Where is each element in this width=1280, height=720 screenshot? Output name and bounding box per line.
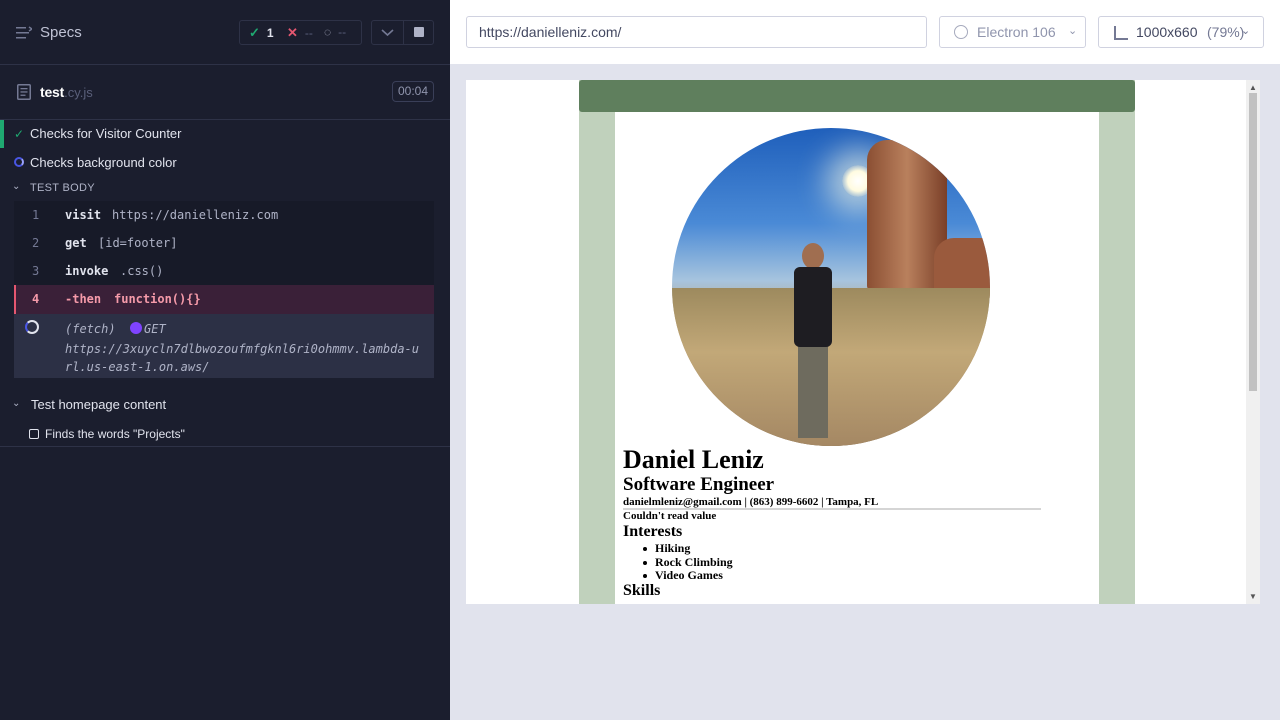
site-name-heading: Daniel Leniz	[623, 445, 764, 474]
command-arg: https://danielleniz.com	[112, 208, 279, 222]
command-name: invoke	[65, 264, 109, 278]
running-spinner-icon	[14, 157, 24, 167]
command-arg: [id=footer]	[98, 236, 178, 250]
duration-timer: 00:04	[392, 81, 434, 102]
command-then-failed[interactable]: 4 -then function(){}	[14, 285, 434, 314]
reporter-controls	[371, 20, 434, 45]
scrollbar-thumb[interactable]	[1249, 93, 1257, 391]
site-page: Daniel Leniz Software Engineer danielmle…	[579, 80, 1135, 604]
command-number: 3	[32, 264, 40, 278]
specs-label[interactable]: Specs	[40, 24, 82, 41]
chevron-down-icon: ⌄	[12, 181, 21, 192]
command-number: 2	[32, 236, 40, 250]
request-dot-icon	[130, 322, 142, 334]
site-contact[interactable]: danielmleniz@gmail.com | (863) 899-6602 …	[623, 496, 878, 508]
command-arg: .css()	[120, 264, 164, 278]
viewport-size: 1000x660	[1136, 24, 1198, 40]
command-visit[interactable]: 1 visit https://danielleniz.com	[14, 201, 434, 229]
electron-icon	[954, 25, 968, 39]
command-number: 4	[32, 292, 40, 306]
test-visitor-counter[interactable]: ✓ Checks for Visitor Counter	[0, 120, 450, 148]
aut-toolbar: https://danielleniz.com/ Electron 106 ⌄ …	[450, 0, 1280, 64]
viewport-selector[interactable]: 1000x660 (79%) ⌄	[1098, 16, 1264, 48]
test-title: Checks background color	[30, 155, 177, 170]
request-method: GET	[144, 322, 166, 336]
site-main: Daniel Leniz Software Engineer danielmle…	[615, 112, 1099, 604]
request-url: https://3xuycln7dlbwozoufmfgknl6ri0ohmmv…	[65, 342, 420, 374]
viewport-zoom: (79%)	[1207, 24, 1245, 40]
pending-count: --	[338, 25, 347, 39]
loading-spinner-icon	[25, 320, 39, 334]
skills-heading: Skills	[623, 582, 661, 599]
passed-count: 1	[266, 26, 274, 40]
test-title: Finds the words "Projects"	[45, 427, 185, 441]
command-name: visit	[65, 208, 102, 222]
suite-homepage-content[interactable]: ⌄ Test homepage content	[0, 394, 450, 416]
expand-collapse-button[interactable]	[372, 21, 403, 44]
chevron-down-icon: ⌄	[12, 398, 21, 409]
list-item: Hiking	[643, 542, 733, 556]
test-finds-projects[interactable]: Finds the words "Projects"	[0, 423, 450, 447]
pending-stat: ◌ --	[324, 25, 346, 39]
site-title-heading: Software Engineer	[623, 474, 775, 495]
spec-file-bar: test.cy.js 00:04	[0, 65, 450, 120]
command-name: -then	[65, 292, 102, 306]
list-item: Video Games	[643, 569, 733, 583]
visitor-count-text: Couldn't read value	[623, 510, 717, 522]
reporter-header: Specs ✓ 1 ✕ -- ◌ --	[0, 0, 450, 65]
scroll-down-arrow-icon[interactable]: ▼	[1249, 592, 1257, 601]
browser-selector[interactable]: Electron 106 ⌄	[939, 16, 1086, 48]
test-body-toggle[interactable]: ⌄ TEST BODY	[0, 178, 450, 200]
chevron-down-icon: ⌄	[1068, 25, 1078, 37]
command-number: 1	[32, 208, 40, 222]
check-icon: ✓	[14, 127, 25, 141]
stop-button[interactable]	[404, 21, 434, 44]
check-icon: ✓	[249, 25, 260, 40]
command-invoke[interactable]: 3 invoke .css()	[14, 257, 434, 285]
chevron-down-icon	[381, 29, 394, 37]
suite-title: Test homepage content	[31, 397, 167, 412]
fetch-request-log[interactable]: (fetch) GET https://3xuycln7dlbwozoufmfg…	[14, 314, 434, 378]
test-background-color[interactable]: Checks background color	[0, 148, 450, 176]
profile-photo	[672, 128, 990, 446]
command-arg: function(){}	[114, 292, 201, 306]
aut-panel: https://danielleniz.com/ Electron 106 ⌄ …	[450, 0, 1280, 720]
document-icon	[17, 84, 31, 100]
file-extension: .cy.js	[64, 85, 93, 100]
site-header	[579, 80, 1135, 112]
aut-iframe[interactable]: Daniel Leniz Software Engineer danielmle…	[466, 80, 1260, 604]
iframe-scrollbar[interactable]: ▲ ▼	[1246, 80, 1260, 604]
x-icon: ✕	[287, 25, 298, 40]
list-item: Rock Climbing	[643, 554, 733, 569]
test-stats: ✓ 1 ✕ -- ◌ --	[239, 20, 362, 45]
test-title: Checks for Visitor Counter	[30, 126, 182, 141]
spinner-icon: ◌	[324, 25, 332, 39]
url-bar[interactable]: https://danielleniz.com/	[466, 16, 927, 48]
chevron-down-icon: ⌄	[1241, 25, 1251, 37]
failed-stat: ✕ --	[287, 25, 313, 41]
test-body-label: TEST BODY	[30, 182, 95, 194]
spec-file-name[interactable]: test.cy.js	[40, 84, 93, 100]
passed-stat: ✓ 1	[249, 25, 274, 41]
file-basename: test	[40, 84, 65, 100]
fetch-label: (fetch)	[65, 322, 116, 336]
stop-icon	[414, 27, 424, 37]
ruler-icon	[1114, 26, 1128, 40]
pending-checkbox-icon	[29, 429, 39, 439]
interests-heading: Interests	[623, 523, 683, 540]
scroll-up-arrow-icon[interactable]: ▲	[1249, 83, 1257, 92]
interests-list: Hiking Rock Climbing Video Games	[643, 542, 733, 583]
failed-count: --	[304, 26, 313, 40]
specs-list-icon[interactable]	[16, 26, 32, 40]
reporter-panel: Specs ✓ 1 ✕ -- ◌ -- test.cy.js 00:04 ✓ C…	[0, 0, 450, 720]
command-name: get	[65, 236, 87, 250]
command-get[interactable]: 2 get [id=footer]	[14, 229, 434, 257]
browser-label: Electron 106	[977, 24, 1056, 40]
